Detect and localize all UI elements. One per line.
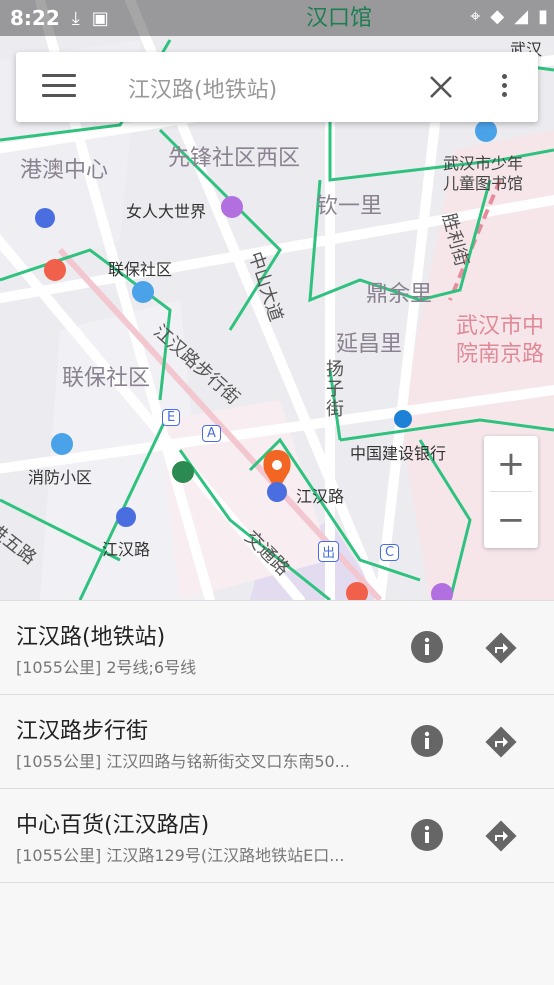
result-detail: 江汉路129号(江汉路地铁站E口... [106, 846, 345, 865]
result-distance: [1055公里] [16, 658, 102, 677]
zoom-out-button[interactable]: − [484, 492, 538, 547]
list-item[interactable]: 江汉路(地铁站) [1055公里] 2号线;6号线 [0, 601, 554, 695]
battery-icon: ▮ [538, 6, 548, 27]
result-distance: [1055公里] [16, 752, 102, 771]
map-label-dingyu: 鼎余里 [366, 282, 433, 307]
map-label-xiaofang: 消防小区 [28, 468, 93, 487]
result-title: 中心百货(江汉路店) [16, 813, 210, 838]
map-label-gangao: 港澳中心 [20, 158, 109, 183]
zoom-controls: + − [484, 436, 538, 548]
map-label-wuhan-zhong-2: 院南京路 [456, 342, 545, 367]
map-label-qinyi: 钦一里 [316, 194, 383, 219]
map-entrance-a: A [202, 425, 221, 442]
result-detail: 江汉四路与铭新街交叉口东南50... [106, 752, 350, 771]
map-entrance-c: C [380, 544, 400, 561]
directions-icon[interactable] [484, 725, 518, 759]
map-label-lianbao-community: 联保社区 [108, 260, 173, 279]
map-exit-icon: 出 [318, 541, 340, 562]
search-bar [16, 52, 538, 122]
result-title: 江汉路(地铁站) [16, 625, 166, 650]
directions-icon[interactable] [484, 819, 518, 853]
result-distance: [1055公里] [16, 846, 102, 865]
more-options-icon[interactable] [494, 70, 514, 104]
map-label-yangzi: 扬子街 [326, 359, 344, 420]
map-label-jianghan-metro: 江汉路 [296, 487, 345, 506]
menu-icon[interactable] [42, 74, 76, 100]
wifi-icon: ◆ [490, 6, 505, 27]
search-input[interactable] [126, 70, 400, 106]
map-label-library-2: 儿童图书馆 [443, 174, 524, 193]
location-icon: ⌖ [470, 6, 481, 27]
notification-icon: ▣ [91, 7, 109, 29]
info-icon[interactable] [411, 725, 443, 757]
info-icon[interactable] [411, 631, 443, 663]
status-time: 8:22 [10, 6, 60, 30]
status-icons: ⌖ ◆ ◢ ▮ [470, 6, 548, 27]
clear-icon[interactable] [426, 72, 456, 102]
map-label-nvren: 女人大世界 [126, 202, 207, 221]
list-item[interactable]: 江汉路步行街 [1055公里] 江汉四路与铭新街交叉口东南50... [0, 695, 554, 789]
map-label-lianbao-area: 联保社区 [62, 366, 151, 391]
info-icon[interactable] [411, 819, 443, 851]
result-subtitle: [1055公里] 江汉四路与铭新街交叉口东南50... [16, 748, 391, 772]
status-bar: 8:22 ⤓ ▣ ⌖ ◆ ◢ ▮ [0, 0, 554, 36]
map-label-xianfeng: 先锋社区西区 [168, 146, 301, 171]
map-label-jianghan-metro-2: 江汉路 [102, 540, 151, 559]
map-entrance-e: E [162, 409, 181, 426]
list-item[interactable]: 中心百货(江汉路店) [1055公里] 江汉路129号(江汉路地铁站E口... [0, 789, 554, 883]
result-title: 江汉路步行街 [16, 719, 149, 744]
result-subtitle: [1055公里] 江汉路129号(江汉路地铁站E口... [16, 842, 391, 866]
zoom-in-button[interactable]: + [484, 436, 538, 491]
result-subtitle: [1055公里] 2号线;6号线 [16, 654, 391, 678]
signal-icon: ◢ [514, 6, 529, 27]
map-label-yanchang: 延昌里 [336, 332, 403, 357]
result-detail: 2号线;6号线 [106, 658, 197, 677]
download-icon: ⤓ [71, 7, 80, 29]
results-list: 江汉路(地铁站) [1055公里] 2号线;6号线 江汉路步行街 [1055公里… [0, 600, 554, 985]
directions-icon[interactable] [484, 631, 518, 665]
map-label-ccb: 中国建设银行 [350, 444, 447, 463]
